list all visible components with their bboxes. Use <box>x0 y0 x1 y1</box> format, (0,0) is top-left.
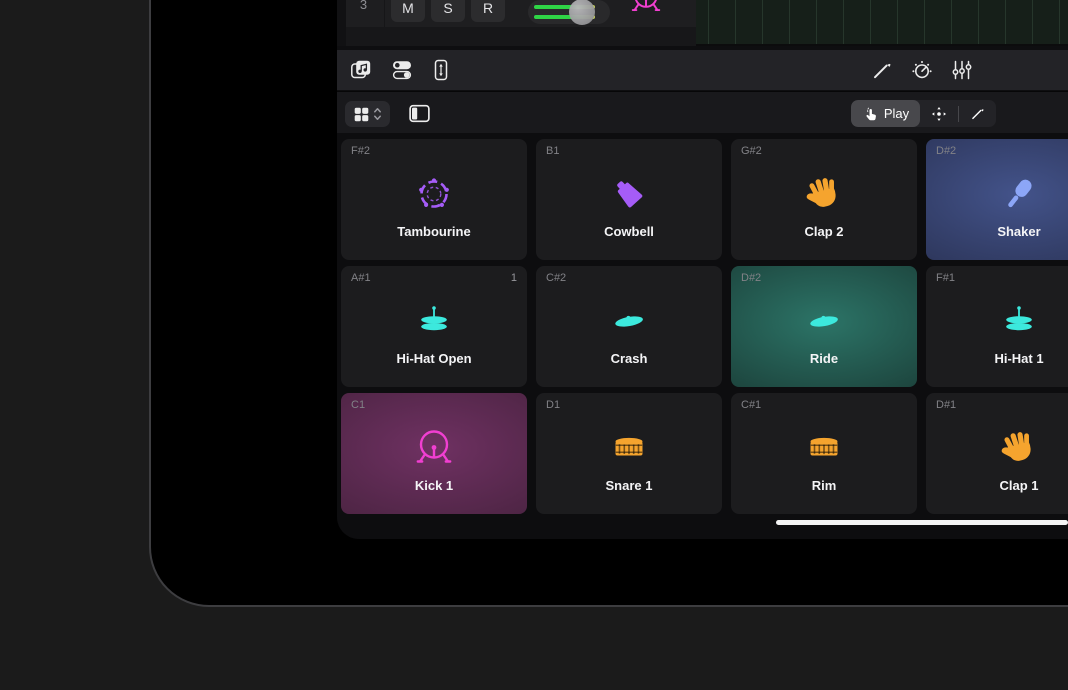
drum-pads-area: F#2 Tambourine B1 Cowbell G#2 Clap 2 D#2 Shaker… <box>337 133 1068 539</box>
drum-pad-ride[interactable]: D#2 Ride <box>731 266 917 387</box>
pad-note-label: D#1 <box>936 399 956 411</box>
home-indicator[interactable] <box>776 520 1068 525</box>
divider <box>384 0 385 27</box>
pad-name-label: Snare 1 <box>536 478 722 493</box>
drum-pad-cowbell[interactable]: B1 Cowbell <box>536 139 722 260</box>
track-header[interactable]: 3 Kick 1 M S R <box>337 0 696 46</box>
volume-fader[interactable] <box>528 0 610 24</box>
drum-pad-clap-1[interactable]: D#1 Clap 1 <box>926 393 1068 514</box>
kick-drum-icon <box>628 0 664 19</box>
pad-note-label: D#2 <box>741 272 761 284</box>
pad-note-label: D#2 <box>936 145 956 157</box>
background: 3 Kick 1 M S R <box>0 0 1068 690</box>
drum-pad-grid: F#2 Tambourine B1 Cowbell G#2 Clap 2 D#2 Shaker… <box>341 139 1068 514</box>
track-header-footer <box>346 27 696 46</box>
pad-name-label: Shaker <box>926 224 1068 239</box>
plugin-strip-icon[interactable] <box>429 58 453 82</box>
pad-note-label: F#2 <box>351 145 370 157</box>
cymbal-icon <box>802 299 846 343</box>
play-mode-label: Play <box>884 106 909 121</box>
show-sidebar-button[interactable] <box>406 100 433 127</box>
pad-note-label: D1 <box>546 399 560 411</box>
hihat-icon <box>997 299 1041 343</box>
knob-icon[interactable] <box>910 58 934 82</box>
move-icon <box>930 105 948 123</box>
drum-pad-rim[interactable]: C#1 Rim <box>731 393 917 514</box>
chevron-up-down-icon <box>373 105 382 123</box>
edit-mode-button[interactable] <box>959 100 996 127</box>
pad-mode-segmented-control: Play <box>851 100 996 127</box>
record-enable-button[interactable]: R <box>471 0 505 22</box>
pad-name-label: Cowbell <box>536 224 722 239</box>
mute-button[interactable]: M <box>391 0 425 22</box>
pad-name-label: Hi-Hat Open <box>341 351 527 366</box>
pad-name-label: Ride <box>731 351 917 366</box>
drum-pad-hi-hat-1[interactable]: F#11Hi-Hat 1 <box>926 266 1068 387</box>
pad-name-label: Rim <box>731 478 917 493</box>
pad-note-label: C#1 <box>741 399 761 411</box>
hihat-icon <box>412 299 456 343</box>
cowbell-icon <box>607 172 651 216</box>
pad-name-label: Crash <box>536 351 722 366</box>
grid-view-icon <box>353 106 370 123</box>
drum-pad-crash[interactable]: C#2 Crash <box>536 266 722 387</box>
toggle-switches-icon[interactable] <box>390 58 414 82</box>
tap-hand-icon <box>862 105 879 122</box>
snare-icon <box>607 426 651 470</box>
mixer-faders-icon[interactable] <box>950 58 974 82</box>
clap-icon <box>802 172 846 216</box>
drum-pad-kick-1[interactable]: C1 Kick 1 <box>341 393 527 514</box>
pad-note-label: F#1 <box>936 272 955 284</box>
clap-icon <box>997 426 1041 470</box>
pencil-icon[interactable] <box>870 58 894 82</box>
move-mode-button[interactable] <box>920 100 958 127</box>
drum-pad-snare-1[interactable]: D1 Snare 1 <box>536 393 722 514</box>
drum-pad-hi-hat-open[interactable]: A#1 1 Hi-Hat Open <box>341 266 527 387</box>
loop-browser-icon[interactable] <box>349 58 373 82</box>
shaker-icon <box>997 172 1041 216</box>
pad-name-label: Clap 1 <box>926 478 1068 493</box>
pad-group-badge: 1 <box>511 272 517 284</box>
drum-pad-clap-2[interactable]: G#2 Clap 2 <box>731 139 917 260</box>
sidebar-panel-icon <box>407 101 432 126</box>
track-number: 3 <box>346 0 381 12</box>
pad-name-label: Clap 2 <box>731 224 917 239</box>
pencil-icon <box>969 105 986 122</box>
pad-name-label: Hi-Hat 1 <box>926 351 1068 366</box>
play-mode-button[interactable]: Play <box>851 100 920 127</box>
track-lane-grid <box>696 0 1068 44</box>
tambourine-icon <box>412 172 456 216</box>
cymbal-icon <box>607 299 651 343</box>
pad-note-label: C#2 <box>546 272 566 284</box>
pads-toolbar: Play <box>337 91 1068 133</box>
drum-pad-tambourine[interactable]: F#2 Tambourine <box>341 139 527 260</box>
pad-note-label: B1 <box>546 145 559 157</box>
tracks-area: 3 Kick 1 M S R <box>337 0 1068 46</box>
volume-fader-knob[interactable] <box>569 0 595 25</box>
snare-icon <box>802 426 846 470</box>
pad-note-label: A#1 <box>351 272 371 284</box>
pad-note-label: G#2 <box>741 145 762 157</box>
pad-name-label: Kick 1 <box>341 478 527 493</box>
ipad-device-frame: 3 Kick 1 M S R <box>149 0 1068 607</box>
pad-note-label: C1 <box>351 399 365 411</box>
app-screen: 3 Kick 1 M S R <box>337 0 1068 539</box>
drum-pad-shaker[interactable]: D#2 Shaker <box>926 139 1068 260</box>
kick-icon <box>412 426 456 470</box>
editor-toolbar <box>337 50 1068 90</box>
grid-view-select-button[interactable] <box>345 101 390 127</box>
solo-button[interactable]: S <box>431 0 465 22</box>
pad-name-label: Tambourine <box>341 224 527 239</box>
track-color-strip <box>337 0 346 46</box>
